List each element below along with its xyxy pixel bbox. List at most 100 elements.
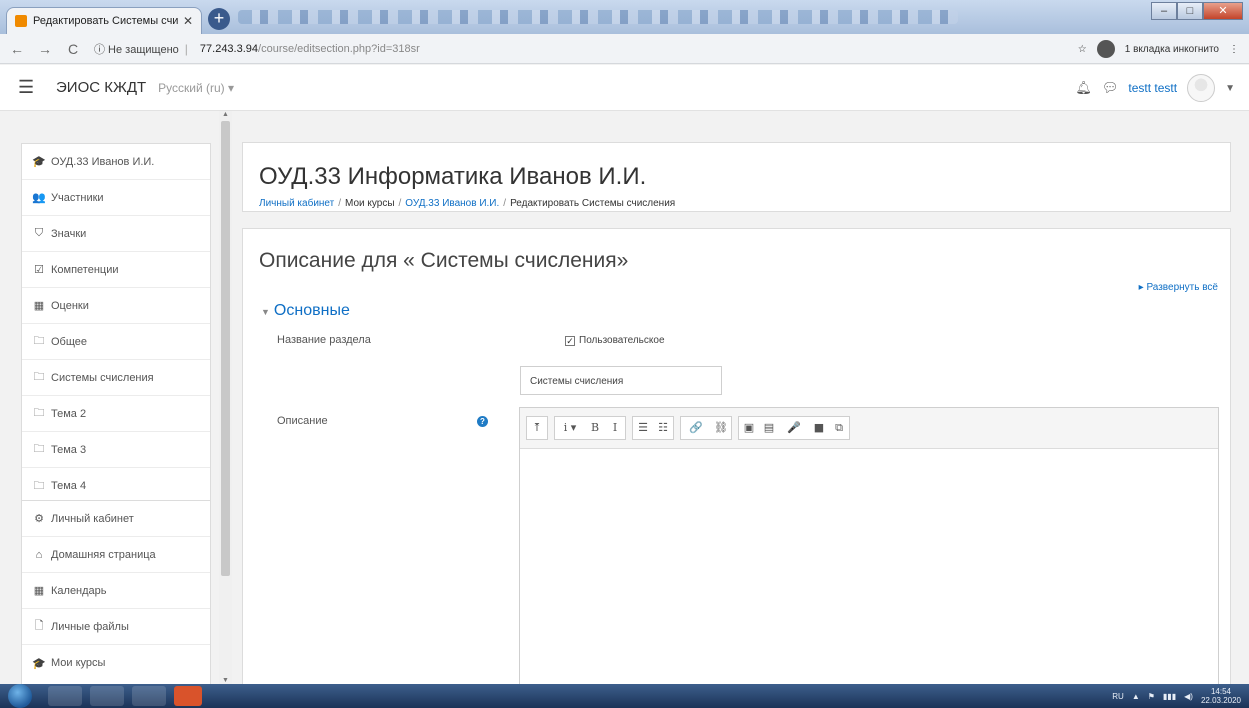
- hamburger-menu-icon[interactable]: ☰: [18, 77, 38, 98]
- custom-checkbox-label[interactable]: Пользовательское: [579, 335, 665, 346]
- sidebar-item[interactable]: 🗀 Тема 4: [22, 468, 210, 504]
- folder-icon: 🗀: [33, 479, 45, 492]
- avatar[interactable]: [1187, 74, 1216, 102]
- taskbar-chrome-icon[interactable]: [90, 686, 124, 706]
- chevron-down-icon[interactable]: ▼: [1225, 83, 1235, 94]
- sidebar-item[interactable]: ☑ Компетенции: [22, 252, 210, 288]
- address-bar-right: ☆ 1 вкладка инкогнито ⋮: [1078, 34, 1239, 64]
- sidebar-item-label: Календарь: [51, 584, 107, 597]
- bullet-list-icon[interactable]: ☰: [633, 417, 653, 439]
- unlink-icon[interactable]: ⛓: [711, 417, 731, 439]
- description-editor: ⤒ i ▾ B I ☰ ☷ 🔗 ⛓ ▣ ▤ 🎤 ■ ⧉: [519, 407, 1219, 707]
- close-window-button[interactable]: ✕: [1203, 2, 1243, 20]
- numbered-list-icon[interactable]: ☷: [653, 417, 673, 439]
- sidebar-item-label: Компетенции: [51, 263, 119, 276]
- link-icon[interactable]: 🔗: [681, 417, 711, 439]
- url-field[interactable]: ⓘ Не защищено | 77.243.3.94 /course/edit…: [94, 41, 420, 57]
- sidebar-item[interactable]: 🎓 Мои курсы: [22, 645, 210, 681]
- sidebar-item[interactable]: 🗀 Общее: [22, 324, 210, 360]
- maximize-button[interactable]: □: [1177, 2, 1203, 20]
- sidebar-item[interactable]: ▦ Оценки: [22, 288, 210, 324]
- incognito-icon[interactable]: [1096, 40, 1115, 58]
- taskbar-powerpoint-icon[interactable]: [174, 686, 202, 706]
- reload-icon[interactable]: C: [62, 41, 84, 57]
- record-audio-icon[interactable]: 🎤: [779, 417, 809, 439]
- toolbar-group: ☰ ☷: [632, 416, 674, 440]
- language-indicator[interactable]: RU: [1112, 692, 1124, 701]
- description-editor-area[interactable]: [520, 449, 1218, 707]
- paragraph-style-icon[interactable]: i ▾: [555, 417, 585, 439]
- sidebar-item[interactable]: 🗋 Личные файлы: [22, 609, 210, 645]
- editor-toolbar: ⤒ i ▾ B I ☰ ☷ 🔗 ⛓ ▣ ▤ 🎤 ■ ⧉: [520, 408, 1218, 449]
- close-tab-icon[interactable]: ✕: [183, 14, 193, 28]
- address-bar: ← → C ⓘ Не защищено | 77.243.3.94 /cours…: [0, 34, 1249, 64]
- folder-icon: 🗀: [33, 371, 45, 383]
- collapse-triangle-icon[interactable]: ▼: [261, 307, 270, 317]
- browser-menu-icon[interactable]: ⋮: [1229, 44, 1239, 55]
- other-tabs-area[interactable]: [238, 10, 958, 24]
- bookmark-star-icon[interactable]: ☆: [1078, 44, 1087, 55]
- help-question-icon[interactable]: ?: [477, 416, 488, 427]
- minimize-button[interactable]: –: [1151, 2, 1177, 20]
- sidebar-item-label: Мои курсы: [51, 657, 106, 669]
- network-icon[interactable]: ▮▮▮: [1163, 692, 1176, 701]
- sidebar-scrollbar[interactable]: ▲ ▼: [219, 111, 232, 684]
- scrollbar-thumb[interactable]: [221, 121, 230, 576]
- toolbar-toggle-icon[interactable]: ⤒: [527, 417, 547, 439]
- scroll-down-icon[interactable]: ▼: [219, 677, 232, 684]
- sidebar-item[interactable]: 🎓 ОУД.33 Иванов И.И.: [22, 144, 210, 180]
- custom-name-checkbox[interactable]: ✓ Пользовательское: [565, 335, 665, 346]
- url-host: 77.243.3.94: [199, 42, 259, 55]
- new-tab-button[interactable]: +: [208, 8, 230, 30]
- tray-expand-icon[interactable]: ▲: [1132, 692, 1140, 701]
- messages-icon[interactable]: 💬︎: [1102, 80, 1119, 96]
- flag-icon[interactable]: ⚑: [1148, 692, 1155, 701]
- incognito-label[interactable]: 1 вкладка инкогнито: [1125, 44, 1219, 55]
- security-indicator[interactable]: ⓘ Не защищено: [94, 41, 179, 57]
- site-name[interactable]: ЭИОС КЖДТ: [56, 79, 146, 96]
- page-header: ОУД.33 Информатика Иванов И.И. Личный ка…: [242, 142, 1231, 212]
- breadcrumb-link[interactable]: ОУД.33 Иванов И.И.: [405, 198, 499, 209]
- form-heading: Описание для « Системы счисления»: [259, 249, 629, 272]
- taskbar-folder-icon[interactable]: [132, 686, 166, 706]
- start-button[interactable]: [8, 684, 32, 708]
- general-section-toggle[interactable]: ▼ Основные: [261, 302, 350, 320]
- sidebar-item[interactable]: 🗀 Тема 3: [22, 432, 210, 468]
- sidebar-item[interactable]: ⚙ Личный кабинет: [22, 501, 210, 537]
- checkbox-icon: ☑: [34, 264, 44, 276]
- italic-icon[interactable]: I: [605, 417, 625, 439]
- breadcrumb-link[interactable]: Личный кабинет: [259, 198, 334, 209]
- back-icon[interactable]: ←: [6, 41, 28, 57]
- section-name-input[interactable]: Системы счисления: [520, 366, 722, 395]
- expand-all-link[interactable]: ▸ Развернуть всё: [1139, 282, 1218, 293]
- folder-icon: 🗀: [33, 335, 45, 347]
- media-icon[interactable]: ▤: [759, 417, 779, 439]
- sidebar-item-label: Значки: [51, 227, 87, 240]
- sidebar-item[interactable]: 🗀 Тема 2: [22, 396, 210, 432]
- sidebar-item[interactable]: 👥 Участники: [22, 180, 210, 216]
- sidebar-item[interactable]: ▦ Календарь: [22, 573, 210, 609]
- image-icon[interactable]: ▣: [739, 417, 759, 439]
- clock[interactable]: 14:54 22.03.2020: [1201, 687, 1241, 705]
- bell-icon[interactable]: 🔔︎: [1075, 80, 1092, 96]
- browser-tab[interactable]: Редактировать Системы счисле ✕: [6, 7, 202, 34]
- record-video-icon[interactable]: ■: [809, 417, 829, 439]
- checkbox-checked-icon[interactable]: ✓: [565, 335, 575, 346]
- manage-files-icon[interactable]: ⧉: [829, 417, 849, 439]
- sidebar-item[interactable]: 🗀 Системы счисления: [22, 360, 210, 396]
- section-title[interactable]: Основные: [274, 302, 350, 319]
- scroll-up-icon[interactable]: ▲: [219, 111, 232, 118]
- user-name[interactable]: testt testt: [1128, 81, 1177, 95]
- user-menu-area: 🔔︎ 💬︎ testt testt ▼: [1075, 65, 1235, 111]
- sidebar-item[interactable]: ⌂ Домашняя страница: [22, 537, 210, 573]
- forward-icon[interactable]: →: [34, 41, 56, 57]
- sidebar-item[interactable]: ⛉ Значки: [22, 216, 210, 252]
- language-menu[interactable]: Русский (ru) ▾: [158, 81, 234, 95]
- file-icon: 🗋: [34, 620, 44, 632]
- bold-icon[interactable]: B: [585, 417, 605, 439]
- volume-icon[interactable]: ◀): [1184, 692, 1193, 701]
- table-icon: ▦: [33, 300, 45, 312]
- sidebar-item-label: Участники: [51, 191, 104, 204]
- taskbar-explorer-icon[interactable]: [48, 686, 82, 706]
- graduation-cap-icon: 🎓: [32, 657, 46, 670]
